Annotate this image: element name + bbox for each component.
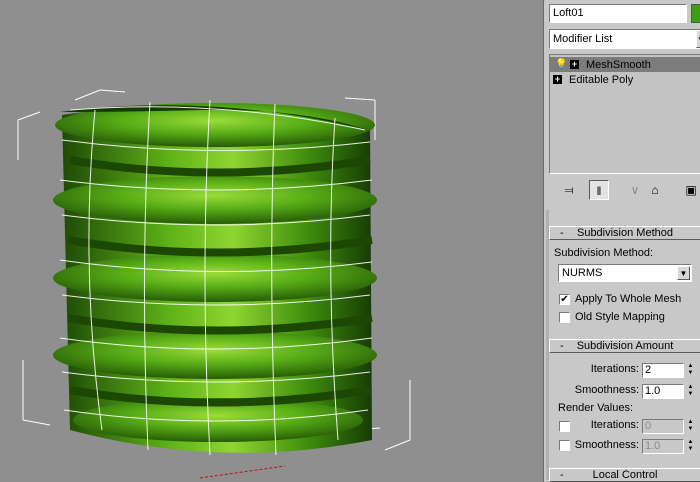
render-iterations-checkbox[interactable]: [559, 421, 570, 432]
render-smoothness-label: Smoothness:: [574, 439, 639, 451]
command-panel: Loft01 Modifier List ▼ 💡 + MeshSmooth + …: [543, 0, 700, 482]
rollout-subdivision-amount: Iterations: 2 ▲ ▼ Smoothness: 1.0 ▲ ▼ Rend…: [549, 355, 700, 465]
lightbulb-icon[interactable]: 💡: [555, 59, 567, 70]
stack-toolbar: ⫤ ‖ ∨ ⌂ ▣: [549, 178, 700, 202]
rollout-subdivision-method: Subdivision Method: NURMS ▼ ✔ Apply To W…: [549, 242, 700, 332]
chevron-down-icon[interactable]: ▼: [696, 30, 700, 48]
stack-item-editable-poly[interactable]: + Editable Poly: [550, 72, 700, 87]
viewport-canvas[interactable]: [0, 0, 543, 482]
old-style-mapping-checkbox[interactable]: [559, 312, 570, 323]
smoothness-label: Smoothness:: [574, 384, 639, 396]
iterations-label: Iterations:: [590, 363, 639, 375]
iterations-spinner[interactable]: ▲ ▼: [686, 363, 695, 378]
stack-item-label: MeshSmooth: [586, 58, 651, 71]
make-unique-icon[interactable]: ∨: [625, 180, 645, 200]
render-smoothness-field[interactable]: 1.0: [642, 439, 684, 454]
apply-to-whole-mesh-label: Apply To Whole Mesh: [575, 293, 682, 305]
show-end-result-icon[interactable]: ‖: [589, 180, 609, 200]
remove-modifier-icon[interactable]: ⌂: [645, 180, 665, 200]
rollout-local-control-header[interactable]: - Local Control: [549, 468, 700, 482]
object-color-swatch[interactable]: [691, 4, 700, 23]
modifier-stack[interactable]: 💡 + MeshSmooth + Editable Poly: [549, 54, 700, 174]
render-smoothness-spinner[interactable]: ▲ ▼: [686, 439, 695, 454]
smoothness-field[interactable]: 1.0: [642, 384, 684, 399]
render-iterations-field[interactable]: 0: [642, 419, 684, 434]
render-iterations-label: Iterations:: [590, 419, 639, 431]
rollout-subdivision-amount-header[interactable]: - Subdivision Amount: [549, 339, 700, 353]
render-smoothness-checkbox[interactable]: [559, 440, 570, 451]
modifier-list-label: Modifier List: [553, 33, 613, 45]
expand-plus-icon[interactable]: +: [553, 75, 562, 84]
rollout-title: Local Control: [592, 469, 658, 481]
iterations-field[interactable]: 2: [642, 363, 684, 378]
perspective-viewport[interactable]: [0, 0, 543, 482]
pin-stack-icon[interactable]: ⫤: [559, 180, 579, 200]
smoothness-spinner[interactable]: ▲ ▼: [686, 384, 695, 399]
subdivision-method-dropdown[interactable]: NURMS ▼: [558, 264, 692, 282]
expand-plus-icon[interactable]: +: [570, 60, 579, 69]
rollout-title: Subdivision Amount: [576, 340, 674, 352]
axis-gizmo: [199, 465, 286, 479]
object-name-field[interactable]: Loft01: [549, 4, 687, 23]
rollout-title: Subdivision Method: [576, 227, 673, 239]
mesh-object[interactable]: [53, 103, 377, 453]
subdivision-method-value: NURMS: [562, 267, 603, 279]
subdivision-method-label: Subdivision Method:: [554, 247, 654, 259]
chevron-down-icon[interactable]: ▼: [677, 266, 690, 280]
stack-item-meshsmooth[interactable]: 💡 + MeshSmooth: [550, 57, 700, 72]
render-iterations-spinner[interactable]: ▲ ▼: [686, 419, 695, 434]
rollout-subdivision-method-header[interactable]: - Subdivision Method: [549, 226, 700, 240]
stack-item-label: Editable Poly: [569, 73, 634, 86]
apply-to-whole-mesh-checkbox[interactable]: ✔: [559, 294, 570, 305]
configure-modifier-sets-icon[interactable]: ▣: [681, 180, 700, 200]
old-style-mapping-label: Old Style Mapping: [575, 311, 665, 323]
render-values-label: Render Values:: [558, 402, 634, 414]
modifier-list-dropdown[interactable]: Modifier List ▼: [549, 29, 700, 49]
